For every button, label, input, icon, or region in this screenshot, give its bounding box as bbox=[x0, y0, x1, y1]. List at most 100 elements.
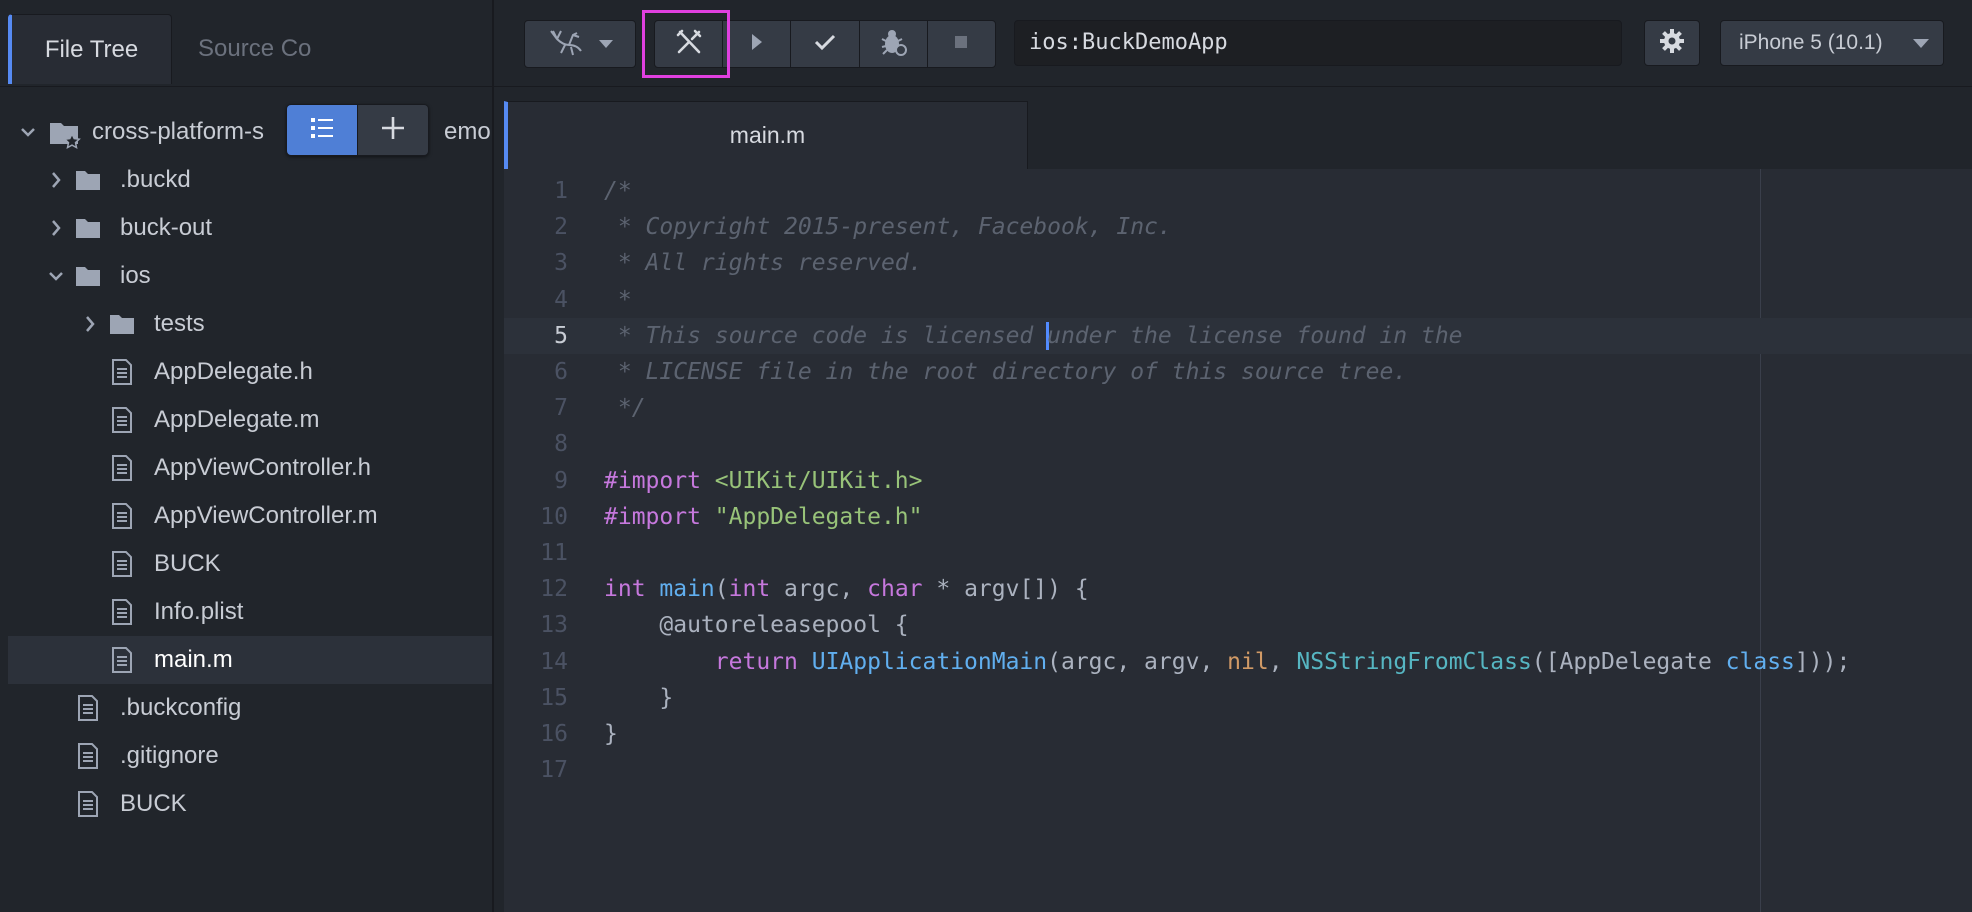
code-token: return bbox=[714, 648, 812, 675]
code-token: UIApplicationMain bbox=[811, 648, 1048, 675]
code-token: #import bbox=[604, 467, 715, 494]
code-token: ( bbox=[714, 576, 729, 603]
code-line[interactable]: 10 #import "AppDelegate.h" bbox=[504, 499, 1972, 535]
code-line[interactable]: 8 bbox=[504, 426, 1972, 462]
tree-file[interactable]: Info.plist bbox=[8, 588, 492, 636]
code-line[interactable]: 3 * All rights reserved. bbox=[504, 245, 1972, 281]
line-number: 16 bbox=[540, 721, 568, 747]
code-line[interactable]: 6 * LICENSE file in the root directory o… bbox=[504, 354, 1972, 390]
code-token: } bbox=[604, 721, 618, 747]
tab-main-m[interactable]: main.m bbox=[504, 101, 1028, 169]
tree-file[interactable]: .buckconfig bbox=[8, 684, 492, 732]
debug-button[interactable] bbox=[858, 21, 927, 67]
code-line[interactable]: 12 int main(int argc, char * argv[]) { bbox=[504, 571, 1972, 607]
code-token: "AppDelegate.h" bbox=[714, 503, 923, 530]
settings-button[interactable] bbox=[1644, 20, 1700, 66]
code-token: argc, bbox=[784, 576, 868, 603]
folder-icon bbox=[74, 166, 102, 194]
tree-folder[interactable]: tests bbox=[8, 300, 492, 348]
list-view-button[interactable] bbox=[287, 105, 357, 155]
tree-item-label: .buckd bbox=[120, 166, 191, 193]
code-line[interactable]: 15 } bbox=[504, 680, 1972, 716]
code-line[interactable]: 9 #import <UIKit/UIKit.h> bbox=[504, 463, 1972, 499]
line-number: 8 bbox=[554, 431, 568, 458]
code-token: */ bbox=[604, 395, 646, 422]
tree-item-label: buck-out bbox=[120, 214, 213, 241]
code-token: class bbox=[1725, 648, 1795, 675]
build-button-highlight bbox=[642, 10, 730, 78]
chevron-right-icon[interactable] bbox=[80, 312, 100, 336]
tree-file[interactable]: AppViewController.m bbox=[8, 492, 492, 540]
device-label: iPhone 5 (10.1) bbox=[1739, 31, 1883, 54]
tree-view-toolbar bbox=[286, 104, 429, 156]
chevron-down-icon[interactable] bbox=[46, 264, 66, 288]
code-token: * All rights reserved. bbox=[604, 250, 923, 277]
list-icon bbox=[308, 114, 336, 147]
line-number: 3 bbox=[554, 250, 568, 277]
tree-file[interactable]: .gitignore bbox=[8, 732, 492, 780]
tree-folder[interactable]: .buckd bbox=[8, 156, 492, 204]
code-line[interactable]: 7 */ bbox=[504, 390, 1972, 426]
tree-item-label: tests bbox=[154, 310, 205, 337]
line-number: 2 bbox=[554, 214, 568, 241]
tree-file[interactable]: AppDelegate.h bbox=[8, 348, 492, 396]
code-token: nil bbox=[1227, 648, 1269, 675]
code-token: * This source code is licensed bbox=[604, 322, 1048, 349]
tree-file[interactable]: AppDelegate.m bbox=[8, 396, 492, 444]
build-target-input[interactable]: ios:BuckDemoApp bbox=[1014, 20, 1622, 66]
folder-icon bbox=[74, 214, 102, 242]
device-select[interactable]: iPhone 5 (10.1) bbox=[1720, 20, 1944, 66]
code-token: , bbox=[1268, 648, 1297, 675]
code-line[interactable]: 11 bbox=[504, 535, 1972, 571]
tree-file[interactable]: main.m bbox=[8, 636, 492, 684]
code-line[interactable]: 5 * This source code is licensed under t… bbox=[504, 317, 1972, 354]
code-token: under the license found in the bbox=[1047, 322, 1463, 349]
code-line[interactable]: 17 bbox=[504, 752, 1972, 788]
tree-file[interactable]: BUCK bbox=[8, 780, 492, 828]
tree-file[interactable]: AppViewController.h bbox=[8, 444, 492, 492]
file-icon bbox=[108, 358, 136, 386]
test-button[interactable] bbox=[790, 21, 858, 67]
line-number: 7 bbox=[554, 395, 568, 422]
editor-tab-bar: main.m bbox=[494, 87, 1972, 169]
code-token: <UIKit/UIKit.h> bbox=[714, 467, 923, 494]
tree-folder[interactable]: buck-out bbox=[8, 204, 492, 252]
tree-folder[interactable]: ios bbox=[8, 252, 492, 300]
tab-file-tree[interactable]: File Tree bbox=[8, 14, 172, 84]
code-token: * argv[]) { bbox=[936, 576, 1089, 603]
add-button[interactable] bbox=[357, 105, 428, 155]
file-tree-panel: File Tree Source Co cross-platform-s emo… bbox=[0, 0, 494, 912]
stop-button[interactable] bbox=[926, 21, 995, 67]
repo-icon bbox=[48, 116, 82, 150]
root-folder-label: cross-platform-s bbox=[92, 118, 265, 145]
file-icon bbox=[74, 694, 102, 722]
buck-menu-button[interactable] bbox=[525, 21, 635, 67]
code-text: */ bbox=[604, 390, 646, 426]
chevron-down-icon[interactable] bbox=[18, 120, 38, 144]
code-token: main bbox=[659, 576, 715, 603]
tab-source-control[interactable]: Source Co bbox=[198, 14, 318, 84]
file-icon bbox=[108, 406, 136, 434]
line-number: 1 bbox=[554, 178, 568, 204]
code-line[interactable]: 4 * bbox=[504, 282, 1972, 318]
code-line[interactable]: 1 /* bbox=[504, 173, 1972, 209]
plus-icon bbox=[380, 115, 406, 146]
code-text: #import <UIKit/UIKit.h> bbox=[604, 463, 923, 499]
code-text: int main(int argc, char * argv[]) { bbox=[604, 571, 1089, 607]
code-text: * All rights reserved. bbox=[604, 245, 923, 281]
chevron-right-icon[interactable] bbox=[46, 168, 66, 192]
line-number: 12 bbox=[540, 576, 568, 603]
code-text: return UIApplicationMain(argc, argv, nil… bbox=[604, 644, 1851, 680]
code-line[interactable]: 2 * Copyright 2015-present, Facebook, In… bbox=[504, 209, 1972, 245]
code-text: @autoreleasepool { bbox=[604, 607, 908, 643]
tree-file[interactable]: BUCK bbox=[8, 540, 492, 588]
code-line[interactable]: 13 @autoreleasepool { bbox=[504, 607, 1972, 643]
file-icon bbox=[74, 742, 102, 770]
run-button[interactable] bbox=[722, 21, 790, 67]
chevron-right-icon[interactable] bbox=[46, 216, 66, 240]
code-editor[interactable]: 1 /* 2 * Copyright 2015-present, Facebook,… bbox=[504, 169, 1972, 912]
code-line[interactable]: 14 return UIApplicationMain(argc, argv, … bbox=[504, 644, 1972, 680]
code-line[interactable]: 16} bbox=[504, 716, 1972, 752]
run-icon bbox=[747, 31, 767, 58]
